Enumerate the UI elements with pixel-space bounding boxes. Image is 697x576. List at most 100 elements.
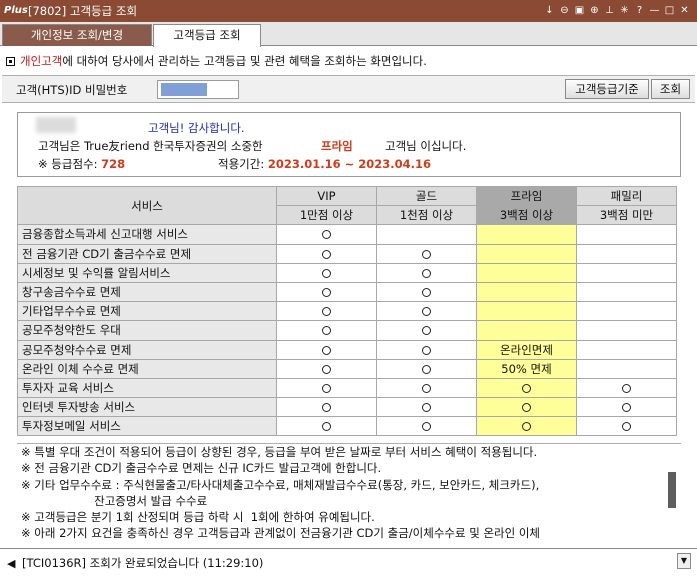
note-line: ※ 전 금융기관 CD기 출금수수료 면제는 신규 IC카드 발급고객에 한합니… — [21, 461, 382, 476]
service-name: 인터넷 투자방송 서비스 — [17, 397, 277, 418]
close-icon[interactable]: ✕ — [678, 3, 691, 18]
benefit-available-icon — [322, 268, 331, 278]
minimize-icon[interactable]: — — [648, 3, 661, 18]
maximize-icon[interactable]: □ — [663, 3, 676, 18]
benefit-cell-prime — [476, 262, 577, 283]
grade-header-gold: 골드 — [376, 185, 477, 207]
app-logo: Plus — [4, 5, 28, 16]
service-name: 금융종합소득과세 신고대행 서비스 — [17, 224, 277, 245]
tab-personal-info[interactable]: 개인정보 조회/변경 — [2, 24, 152, 46]
note-line: ※ 특별 우대 조건이 적용되어 등급이 상향된 경우, 등급을 부여 받은 날… — [21, 445, 538, 459]
benefit-available-icon — [422, 383, 431, 393]
benefit-cell-gold — [376, 224, 477, 245]
benefit-available-icon — [422, 288, 431, 298]
grade-header-family: 패밀리 — [576, 185, 677, 207]
zoom-out-icon[interactable]: ⊖ — [558, 3, 571, 18]
grade-tier: 프라임 — [321, 139, 353, 153]
service-name: 공모주청약한도 우대 — [17, 320, 277, 341]
scrollbar-thumb[interactable] — [668, 472, 676, 508]
benefit-available-icon — [422, 268, 431, 278]
grade-line-prefix: 고객님은 True友riend 한국투자증권의 소중한 — [38, 139, 263, 153]
benefit-available-icon — [522, 383, 531, 393]
benefit-cell-vip — [276, 320, 377, 341]
benefit-cell-gold — [376, 416, 477, 437]
greeting-line: 고객님! 감사합니다. — [148, 121, 245, 135]
id-input[interactable] — [157, 80, 239, 99]
benefit-cell-family — [576, 377, 677, 399]
benefit-available-icon — [322, 249, 331, 259]
speaker-icon: ◀ — [7, 557, 16, 570]
benefit-available-icon — [422, 326, 431, 336]
benefit-available-icon — [322, 422, 331, 432]
benefit-cell-vip — [276, 224, 377, 245]
zoom-in-icon[interactable]: ⊕ — [588, 3, 601, 18]
benefit-cell-family — [576, 320, 677, 341]
table-row: 공모주청약수수료 면제 온라인면제 — [17, 339, 677, 360]
grade-criteria-vip: 1만점 이상 — [276, 205, 377, 226]
table-row: 창구송금수수료 면제 — [17, 281, 677, 303]
benefit-cell-gold — [376, 243, 477, 264]
benefit-available-icon — [322, 230, 331, 240]
tab-bar: 개인정보 조회/변경 고객등급 조회 — [0, 22, 697, 47]
service-name: 온라인 이체 수수료 면제 — [17, 358, 277, 379]
benefit-available-icon — [422, 364, 431, 374]
resize-icon[interactable]: ▣ — [573, 3, 586, 18]
grade-criteria-family: 3백점 미만 — [576, 205, 677, 226]
benefit-cell-vip — [276, 243, 377, 264]
tab-customer-grade[interactable]: 고객등급 조회 — [153, 24, 261, 47]
score-line: ※ 등급점수: 728 적용기간: 2023.01.16 ~ 2023.04.1… — [38, 156, 431, 172]
benefit-cell-vip — [276, 358, 377, 379]
benefit-available-icon — [422, 307, 431, 317]
benefit-cell-family — [576, 416, 677, 437]
id-label: 고객(HTS)ID 비밀번호 — [16, 83, 128, 97]
down-arrow-icon[interactable]: ↓ — [543, 3, 556, 18]
benefit-cell-gold — [376, 262, 477, 283]
score-label: ※ 등급점수: — [38, 157, 98, 171]
note-line: ※ 기타 업무수수료 : 주식현물출고/타사대체출고수수료, 매체재발급수수료(… — [21, 477, 540, 492]
status-bar: ◀ [TCI0136R] 조회가 완료되었습니다 (11:29:10) ▼ — [0, 548, 697, 576]
table-row: 시세정보 및 수익률 알림서비스 — [17, 262, 677, 283]
benefit-available-icon — [322, 364, 331, 374]
benefit-cell-family — [576, 301, 677, 322]
benefit-cell-gold — [376, 358, 477, 379]
settings-icon[interactable]: ✳ — [618, 3, 631, 18]
pin-icon[interactable]: ⊥ — [603, 3, 616, 18]
title-bar-icons: ↓ ⊖ ▣ ⊕ ⊥ ✳? — □ ✕ — [543, 3, 691, 18]
benefit-cell-vip — [276, 377, 377, 399]
benefit-available-icon — [422, 345, 431, 355]
benefit-cell-prime — [476, 416, 577, 437]
benefit-cell-prime — [476, 224, 577, 245]
benefit-cell-family — [576, 224, 677, 245]
service-header: 서비스 — [17, 185, 277, 226]
masked-customer-name — [36, 117, 76, 133]
grade-table-body: 금융종합소득과세 신고대행 서비스 전 금융기관 CD기 출금수수료 면제 시세정보… — [17, 224, 677, 437]
status-dropdown-icon[interactable]: ▼ — [677, 553, 691, 569]
benefit-available-icon — [322, 403, 331, 413]
period-label: 적용기간: — [218, 157, 265, 171]
notes-scrollbar[interactable] — [665, 447, 679, 539]
benefit-cell-prime: 온라인면제 — [476, 339, 577, 360]
benefit-cell-prime — [476, 301, 577, 322]
table-row: 온라인 이체 수수료 면제 50% 면제 — [17, 358, 677, 379]
help-icon[interactable]: ? — [633, 3, 646, 18]
benefit-available-icon — [522, 422, 531, 432]
id-query-row: 고객(HTS)ID 비밀번호 고객등급기준 조회 — [2, 75, 695, 103]
benefit-cell-gold — [376, 281, 477, 303]
benefit-cell-prime: 50% 면제 — [476, 358, 577, 379]
grade-header-prime: 프라임 — [476, 185, 577, 207]
benefit-cell-prime — [476, 397, 577, 418]
benefit-cell-prime — [476, 243, 577, 264]
benefit-available-icon — [322, 383, 331, 393]
search-button[interactable]: 조회 — [651, 79, 690, 99]
window-title: [7802] 고객등급 조회 — [28, 4, 138, 18]
benefit-available-icon — [622, 422, 631, 432]
benefit-cell-gold — [376, 377, 477, 399]
service-name: 창구송금수수료 면제 — [17, 281, 277, 303]
benefit-available-icon — [622, 383, 631, 393]
description-highlight: 개인고객 — [20, 54, 63, 68]
greeting-box: 고객님! 감사합니다. 고객님은 True友riend 한국투자증권의 소중한 … — [17, 112, 681, 177]
table-row: 투자정보메일 서비스 — [17, 416, 677, 437]
grade-criteria-prime: 3백점 이상 — [476, 205, 577, 226]
benefit-cell-gold — [376, 301, 477, 322]
grade-criteria-button[interactable]: 고객등급기준 — [565, 79, 649, 99]
